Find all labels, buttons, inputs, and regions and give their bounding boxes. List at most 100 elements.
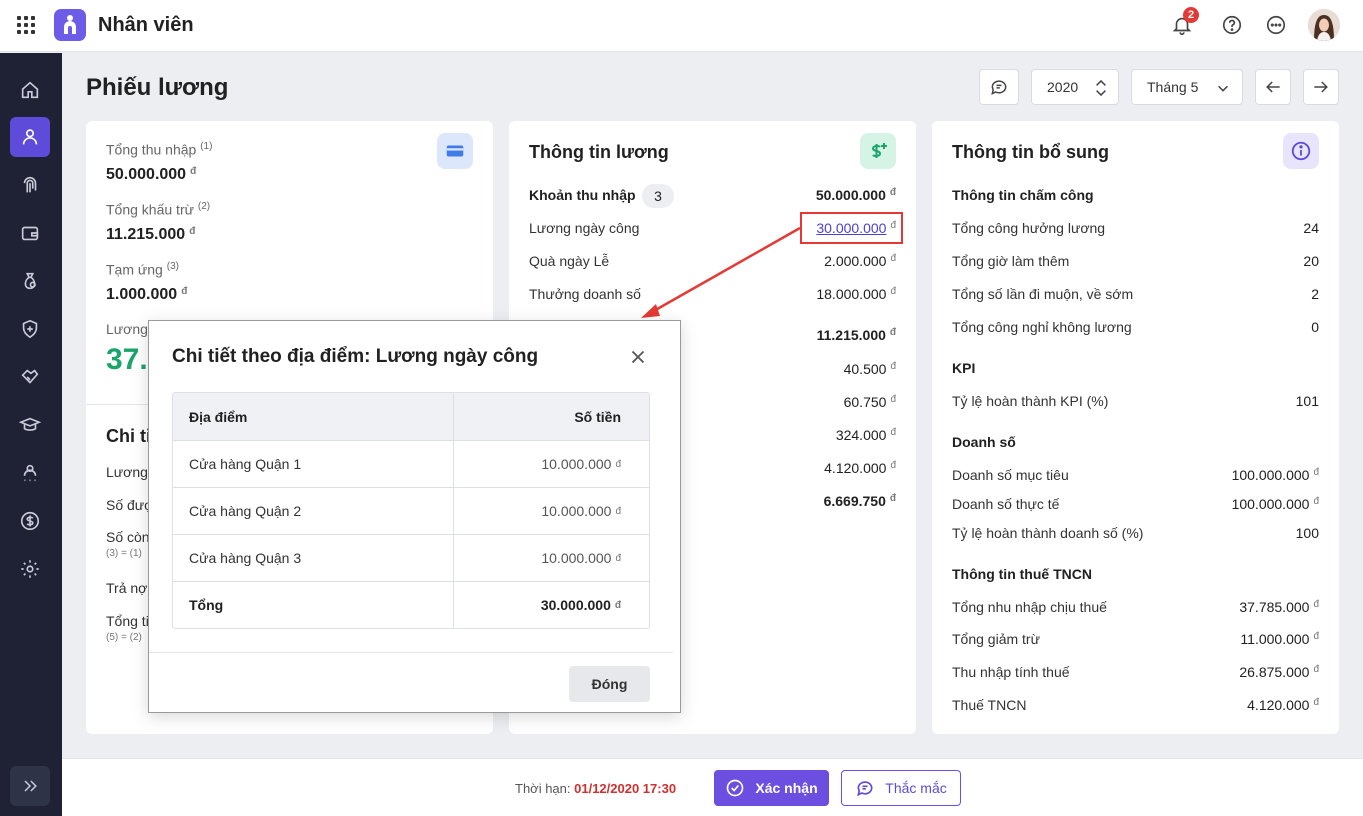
location-cell: Cửa hàng Quận 3: [173, 535, 454, 581]
close-button[interactable]: Đóng: [569, 666, 650, 702]
sidebar: [0, 53, 62, 816]
confirm-label: Xác nhận: [755, 780, 818, 796]
amount-cell: 10.000.000 đ: [541, 550, 621, 566]
deduction-value: 60.750 đ: [843, 394, 896, 410]
sidebar-rating-icon[interactable]: [10, 453, 50, 493]
salary-item-value: 2.000.000 đ: [824, 253, 896, 269]
total-deduction-value: 11.215.000 đ: [106, 226, 196, 243]
extra-label: Tổng số lần đi muộn, về sớm: [952, 286, 1134, 302]
deduction-value: 4.120.000 đ: [824, 460, 896, 476]
info-icon: [1283, 133, 1319, 169]
extra-value: 101: [1295, 393, 1319, 409]
table-row: Cửa hàng Quận 3 10.000.000 đ: [173, 534, 649, 581]
check-circle-icon: [727, 779, 744, 797]
income-header: Khoản thu nhập: [529, 187, 636, 203]
total-deduction-label: Tổng khấu trừ (2): [106, 201, 211, 218]
arrow-left-icon: [1266, 81, 1280, 93]
total-label: Tổng: [173, 582, 454, 628]
comment-icon: [991, 80, 1007, 96]
top-bar: Nhân viên 2: [0, 0, 1363, 52]
extra-value: 4.120.000 đ: [1247, 697, 1319, 713]
question-button[interactable]: Thắc mắc: [841, 770, 961, 806]
stepper-arrows-icon[interactable]: [1094, 77, 1108, 99]
table-total-row: Tổng 30.000.000 đ: [173, 581, 649, 628]
sidebar-fingerprint-icon[interactable]: [10, 165, 50, 205]
table-row: Cửa hàng Quận 2 10.000.000 đ: [173, 487, 649, 534]
question-label: Thắc mắc: [885, 780, 947, 796]
section-title: Thông tin chấm công: [952, 187, 1094, 203]
salary-item-label: Thưởng doanh số: [529, 286, 641, 302]
total-income-label: Tổng thu nhập (1): [106, 141, 213, 158]
user-avatar[interactable]: [1308, 9, 1340, 41]
sidebar-graduation-icon[interactable]: [10, 405, 50, 445]
extra-label: Tổng nhu nhập chịu thuế: [952, 599, 1107, 615]
sidebar-handshake-icon[interactable]: [10, 357, 50, 397]
close-icon[interactable]: [627, 346, 649, 368]
sidebar-dollar-icon[interactable]: [10, 501, 50, 541]
sidebar-wallet-icon[interactable]: [10, 213, 50, 253]
app-title: Nhân viên: [98, 14, 194, 36]
comment-button[interactable]: [979, 69, 1019, 105]
modal-divider: [149, 652, 673, 653]
apps-grid-icon[interactable]: [17, 16, 35, 34]
detail-title: Chi ti: [106, 426, 151, 446]
month-select[interactable]: Tháng 5: [1131, 69, 1243, 105]
extra-label: Tổng công hưởng lương: [952, 220, 1106, 236]
table-header: Địa điểm Số tiền: [173, 393, 649, 440]
net-salary-label: Lương: [106, 321, 148, 337]
sidebar-expand-icon[interactable]: [10, 766, 50, 806]
detail-row: Tổng ti: [106, 613, 149, 629]
deduction-value: 324.000 đ: [835, 427, 896, 443]
prev-button[interactable]: [1255, 69, 1291, 105]
extra-value: 100: [1295, 525, 1319, 541]
sidebar-home-icon[interactable]: [10, 70, 50, 110]
salary-card-title: Thông tin lương: [529, 142, 669, 162]
footer-bar: [62, 758, 1363, 816]
highlight-box: [800, 212, 903, 244]
salary-item-label: Lương ngày công: [529, 220, 640, 236]
income-total: 50.000.000 đ: [815, 187, 896, 203]
extra-value: 26.875.000 đ: [1239, 664, 1319, 680]
advance-value: 1.000.000 đ: [106, 286, 188, 303]
location-table: Địa điểm Số tiền Cửa hàng Quận 1 10.000.…: [172, 392, 650, 629]
section-title: Doanh số: [952, 434, 1016, 450]
more-icon[interactable]: [1265, 14, 1287, 36]
page-title: Phiếu lương: [86, 74, 229, 101]
net-salary-value: 37.: [106, 343, 148, 376]
salary-item-value: 18.000.000 đ: [816, 286, 896, 302]
detail-formula: (3) = (1): [106, 548, 142, 559]
dollar-plus-icon: [860, 133, 896, 169]
card-icon: [437, 133, 473, 169]
year-stepper[interactable]: 2020: [1031, 69, 1119, 105]
comment-icon: [857, 781, 873, 797]
deduction-value: 40.500 đ: [843, 361, 896, 377]
sidebar-moneybag-icon[interactable]: [10, 261, 50, 301]
arrow-right-icon: [1314, 81, 1328, 93]
location-detail-modal: Chi tiết theo địa điểm: Lương ngày công …: [148, 320, 681, 713]
extra-label: Thuế TNCN: [952, 697, 1027, 713]
sidebar-employee-icon[interactable]: [10, 117, 50, 157]
deduction-total: 11.215.000 đ: [816, 327, 896, 343]
deadline: Thời hạn: 01/12/2020 17:30: [515, 781, 677, 796]
extra-value: 100.000.000 đ: [1231, 496, 1319, 512]
deduction-value: 6.669.750 đ: [823, 493, 896, 509]
sidebar-settings-icon[interactable]: [10, 549, 50, 589]
help-icon[interactable]: [1221, 14, 1243, 36]
section-title: Thông tin thuế TNCN: [952, 566, 1092, 582]
next-button[interactable]: [1303, 69, 1339, 105]
sidebar-shield-icon[interactable]: [10, 309, 50, 349]
detail-row: Lương: [106, 464, 148, 480]
amount-cell: 10.000.000 đ: [541, 503, 621, 519]
location-cell: Cửa hàng Quận 2: [173, 488, 454, 534]
extra-label: Doanh số thực tế: [952, 496, 1060, 512]
detail-row: Số còn: [106, 529, 150, 545]
total-income-value: 50.000.000 đ: [106, 166, 197, 183]
location-cell: Cửa hàng Quận 1: [173, 441, 454, 487]
col-location: Địa điểm: [173, 393, 454, 440]
extra-label: Tổng công nghỉ không lương: [952, 319, 1132, 335]
extra-value: 24: [1303, 220, 1319, 236]
confirm-button[interactable]: Xác nhận: [714, 770, 829, 806]
month-value: Tháng 5: [1147, 79, 1199, 95]
notification-badge: 2: [1183, 7, 1199, 23]
advance-label: Tạm ứng (3): [106, 261, 179, 278]
